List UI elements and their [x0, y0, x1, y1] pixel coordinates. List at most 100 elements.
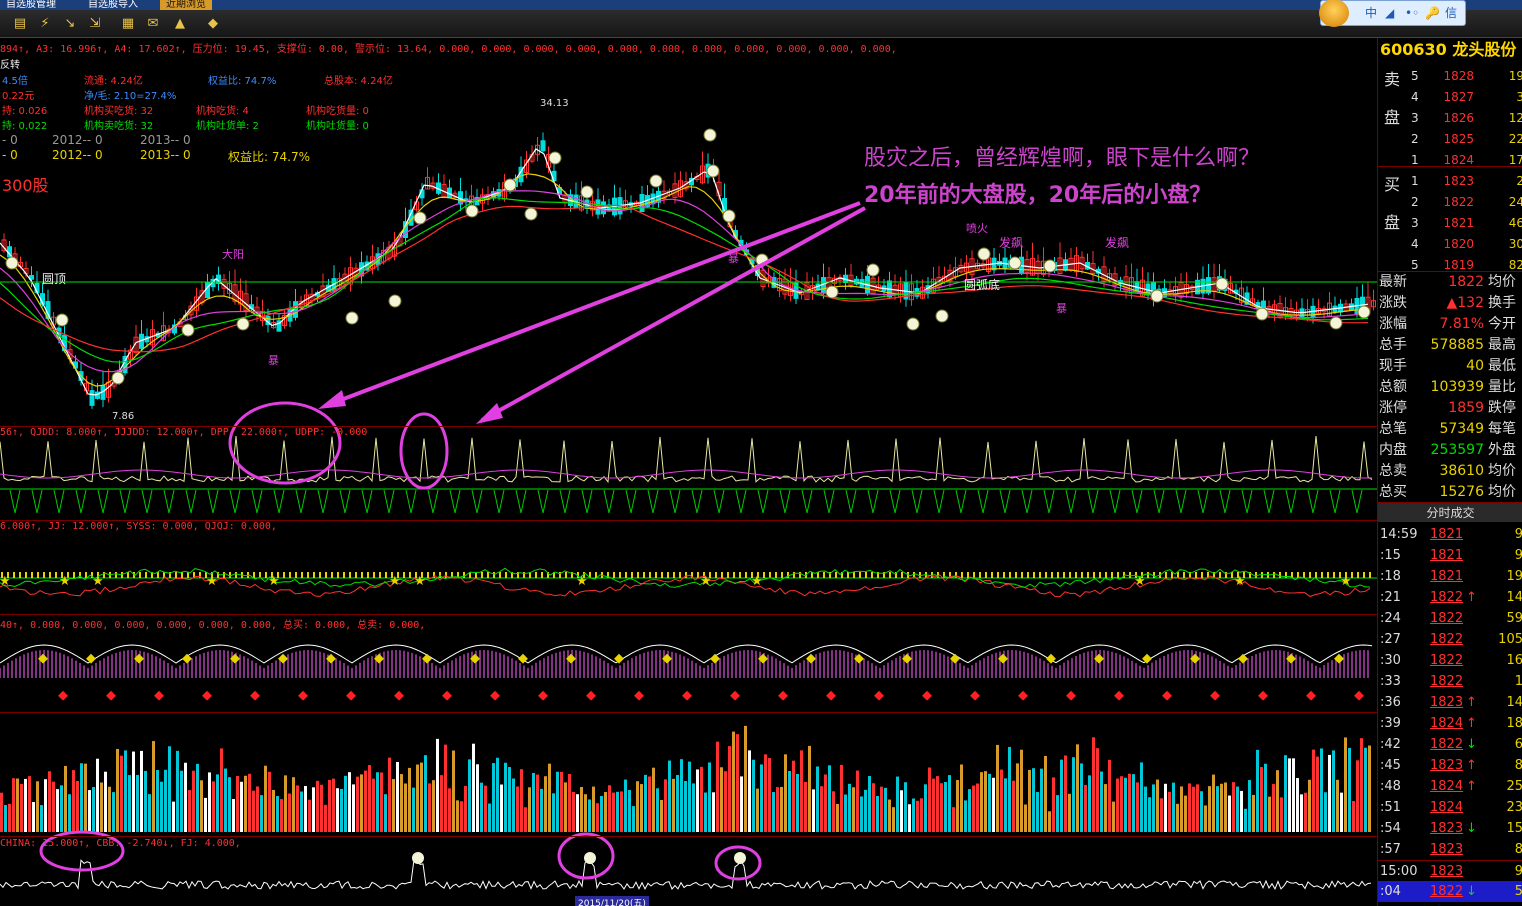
volume-bar: [672, 778, 675, 832]
qq-item-letter[interactable]: 信: [1445, 1, 1457, 25]
star-marker-icon: ★: [206, 574, 218, 589]
volume-bar: [396, 761, 399, 832]
qq-item-dots[interactable]: •◦: [1405, 1, 1419, 25]
tick-row[interactable]: :57 1823 8: [1378, 839, 1522, 860]
ask-row[interactable]: 5 1828 19: [1406, 66, 1522, 87]
sub1-v-mark: [317, 489, 329, 514]
sub1-v-mark: [493, 489, 505, 514]
volume-bar: [728, 746, 731, 832]
diamond-marker-icon: [1018, 690, 1028, 701]
trend-icon[interactable]: ⚡: [35, 14, 55, 34]
stat-row: 最新 1822 均价: [1378, 272, 1522, 293]
tick-row[interactable]: :42 1822 ↓ 6: [1378, 734, 1522, 755]
volume-bar: [1328, 754, 1331, 832]
annotation-text: 股灾之后，曾经辉煌啊，眼下是什么啊？ 20年前的大盘股，20年后的小盘？: [864, 140, 1379, 214]
volume-bar: [720, 767, 723, 832]
volume-bar: [1008, 746, 1011, 832]
tick-row[interactable]: :39 1824 ↑ 18: [1378, 713, 1522, 734]
volume-bar: [656, 788, 659, 832]
volume-bar: [84, 763, 87, 832]
stat-row: 涨幅 7.81% 今开: [1378, 314, 1522, 335]
tick-row[interactable]: :24 1822 59: [1378, 608, 1522, 629]
tick-row[interactable]: :27 1822 105: [1378, 629, 1522, 650]
penguin-avatar-icon[interactable]: [1319, 0, 1349, 27]
volume-bar: [96, 758, 99, 832]
tick-time: :30: [1380, 653, 1401, 668]
bid-row[interactable]: 1 1823 2: [1406, 171, 1522, 192]
tick-row[interactable]: :33 1822 1: [1378, 671, 1522, 692]
volume-bar: [1144, 786, 1147, 832]
panel-divider: [0, 836, 1377, 837]
chart-icon[interactable]: ▲: [170, 14, 190, 34]
draw-tool-icon[interactable]: ⇲: [85, 14, 105, 34]
diamond-marker-icon: [182, 653, 192, 664]
diamond-icon[interactable]: ◆: [203, 14, 223, 34]
diamond-marker-icon: [106, 690, 116, 701]
tick-row[interactable]: :21 1822 ↑ 14: [1378, 587, 1522, 608]
volume-bar: [248, 773, 251, 832]
kline-icon[interactable]: ▤: [10, 14, 30, 34]
draw-line-icon[interactable]: ↘: [60, 14, 80, 34]
ask-row[interactable]: 3 1826 12: [1406, 108, 1522, 129]
sub1-v-mark: [911, 489, 923, 514]
volume-bar: [148, 794, 151, 832]
qq-item-moon[interactable]: ◢: [1385, 1, 1394, 25]
volume-bar: [1176, 803, 1179, 832]
bid-row[interactable]: 4 1820 30: [1406, 234, 1522, 255]
ask-row[interactable]: 2 1825 22: [1406, 129, 1522, 150]
volume-bar: [696, 769, 699, 832]
bid-row[interactable]: 2 1822 24: [1406, 192, 1522, 213]
tick-row[interactable]: :54 1823 ↓ 15: [1378, 818, 1522, 839]
tick-row[interactable]: :30 1822 16: [1378, 650, 1522, 671]
volume-bar: [140, 750, 143, 832]
key-icon[interactable]: 🔑: [1425, 1, 1440, 25]
tick-row[interactable]: :45 1823 ↑ 8: [1378, 755, 1522, 776]
bid-label: 买 盘: [1380, 167, 1404, 272]
tab-watchlist-import[interactable]: 自选股导入: [82, 0, 144, 10]
ask-row[interactable]: 4 1827 3: [1406, 87, 1522, 108]
tick-arrow-icon: ↑: [1466, 779, 1477, 794]
info-margin: 净/毛: 2.10=27.4%: [84, 91, 177, 102]
volume-bar: [484, 785, 487, 832]
tick-row[interactable]: 15:00 1823 9: [1378, 860, 1522, 881]
star-marker-icon: ★: [576, 574, 588, 589]
tick-row[interactable]: :51 1824 23: [1378, 797, 1522, 818]
bid-label-top: 买: [1383, 175, 1400, 194]
message-icon[interactable]: ✉: [143, 14, 163, 34]
tick-time: :24: [1380, 611, 1401, 626]
tick-row[interactable]: :15 1821 9: [1378, 545, 1522, 566]
tick-row[interactable]: :18 1821 19: [1378, 566, 1522, 587]
volume-bar: [1092, 737, 1095, 832]
ticks-header[interactable]: 分时成交: [1378, 502, 1522, 522]
info-inst-sell: 机构卖吃货: 32: [84, 121, 154, 132]
volume-bar: [104, 771, 107, 832]
ask-book: 卖 盘 5 1828 19 4 1827 3 3 1826 12 2 1825 22 1 1824 17: [1378, 62, 1522, 167]
notes-icon[interactable]: ▦: [118, 14, 138, 34]
volume-bar: [1080, 763, 1083, 832]
smiley-marker-icon: [706, 164, 720, 178]
tick-row[interactable]: :36 1823 ↑ 14: [1378, 692, 1522, 713]
volume-bar: [1296, 778, 1299, 832]
volume-bar: [628, 790, 631, 832]
tick-row[interactable]: 14:59 1821 9: [1378, 524, 1522, 545]
volume-bar: [1048, 811, 1051, 832]
volume-bar: [528, 787, 531, 832]
volume-bar: [128, 775, 131, 832]
tick-price: 1821: [1430, 527, 1464, 542]
volume-bar: [948, 775, 951, 832]
qq-item-cn[interactable]: 中: [1365, 1, 1377, 25]
tick-row[interactable]: :04 1822 ↓ 5: [1378, 881, 1522, 902]
volume-bar: [1024, 804, 1027, 832]
stat-label: 涨停: [1379, 400, 1407, 416]
tab-recent[interactable]: 近期浏览: [160, 0, 212, 10]
stat-label: 总额: [1379, 379, 1407, 395]
tick-row[interactable]: :48 1824 ↑ 25: [1378, 776, 1522, 797]
volume-bar: [500, 784, 503, 832]
volume-bar: [1316, 756, 1319, 832]
info-equity-ratio-2: 权益比: 74.7%: [228, 150, 310, 164]
volume-bar: [312, 787, 315, 832]
volume-bar: [548, 763, 551, 832]
bid-row[interactable]: 3 1821 46: [1406, 213, 1522, 234]
tab-watchlist-manage[interactable]: 自选股管理: [0, 0, 62, 10]
tick-time: 14:59: [1380, 527, 1418, 542]
